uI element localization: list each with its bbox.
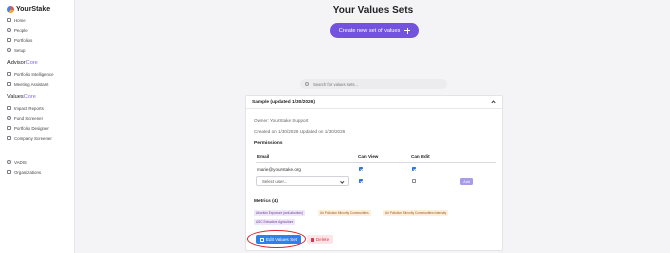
sidebar-item-label: Setup — [14, 47, 26, 53]
values-set-card-header[interactable]: Sample (updated 1/30/2026) — [246, 96, 502, 109]
app: YourStake Home People Portfolios Setup A… — [0, 0, 670, 253]
search-bar[interactable] — [300, 79, 447, 89]
sidebar-item-label: Portfolio Designer — [14, 125, 49, 131]
column-header-can-edit: Can Edit — [411, 154, 430, 159]
yourstake-logo-icon — [7, 5, 14, 13]
building-icon — [7, 136, 11, 140]
designer-icon — [7, 126, 11, 130]
select-user-dropdown[interactable]: Select user... — [256, 176, 349, 186]
sidebar-item-label: Impact Reports — [14, 105, 44, 111]
sidebar-item-label: Company Screener — [14, 135, 52, 141]
brand-name: YourStake — [16, 5, 51, 13]
sidebar-item-portfolio-designer[interactable]: Portfolio Designer — [7, 124, 49, 132]
sidebar-item-setup[interactable]: Setup — [7, 46, 25, 54]
sidebar-item-label: People — [14, 27, 28, 33]
search-icon — [7, 116, 11, 120]
permissions-heading: Permissions — [254, 141, 283, 146]
people-icon — [7, 28, 11, 32]
sidebar-item-label: Fund Screener — [14, 115, 44, 121]
chart-icon — [7, 72, 11, 76]
add-permission-button[interactable]: Add — [460, 178, 473, 185]
owner-text: Owner: YourStake Support — [254, 118, 309, 123]
sidebar-item-company-screener[interactable]: Company Screener — [7, 134, 52, 142]
values-set-card: Sample (updated 1/30/2026) Owner: YourSt… — [245, 95, 503, 251]
search-icon — [305, 82, 309, 86]
select-placeholder: Select user... — [262, 178, 288, 184]
sidebar-item-organizations[interactable]: Organizations — [7, 168, 41, 176]
organization-icon — [7, 170, 11, 174]
search-input[interactable] — [313, 81, 433, 87]
advisor-core-heading: AdvisorCore — [7, 60, 38, 66]
new-can-view-checkbox[interactable] — [359, 179, 363, 183]
edit-values-set-button[interactable]: Edit Values Set — [256, 235, 301, 244]
values-core-heading: ValuesCore — [7, 94, 36, 100]
sidebar-item-label: Portfolios — [14, 37, 33, 43]
delete-button[interactable]: Delete — [307, 235, 333, 244]
new-can-edit-checkbox[interactable] — [412, 179, 416, 183]
can-edit-checkbox[interactable] — [412, 167, 416, 171]
metric-tag: Abortion Exposure (anti-abortion) — [254, 210, 305, 216]
dates-text: Created on 1/30/2026 Updated on 1/30/202… — [254, 129, 346, 134]
can-view-checkbox[interactable] — [359, 167, 363, 171]
gear-icon — [7, 48, 11, 52]
permission-email: marie@yourstake.org — [257, 167, 301, 172]
values-set-title: Sample (updated 1/30/2026) — [252, 99, 315, 105]
sidebar-item-meeting-assistant[interactable]: Meeting Assistant — [7, 80, 48, 88]
plus-icon — [404, 27, 411, 34]
sidebar-item-impact-reports[interactable]: Impact Reports — [7, 104, 44, 112]
assistant-icon — [7, 82, 11, 86]
sidebar-item-label: VADIS — [14, 159, 27, 165]
sidebar-item-home[interactable]: Home — [7, 16, 26, 24]
edit-icon — [259, 237, 264, 242]
home-icon — [7, 18, 11, 22]
report-icon — [7, 106, 11, 110]
sidebar-item-label: Portfolio Intelligence — [14, 71, 54, 77]
metric-tag: Air Pollution Minority Communities — [318, 210, 371, 216]
column-header-can-view: Can View — [358, 154, 379, 159]
chevron-down-icon — [339, 178, 344, 183]
delete-button-label: Delete — [315, 237, 330, 242]
create-button-label: Create new set of values — [338, 27, 401, 34]
chevron-up-icon[interactable] — [491, 100, 496, 105]
metrics-heading: Metrics (4) — [254, 199, 278, 204]
header-divider — [256, 162, 496, 163]
portfolio-icon — [7, 38, 11, 42]
page-title: Your Values Sets — [332, 5, 414, 16]
sidebar: YourStake Home People Portfolios Setup A… — [0, 0, 75, 253]
sidebar-item-label: Organizations — [14, 169, 42, 175]
sidebar-item-vadis[interactable]: VADIS — [7, 158, 27, 166]
sidebar-item-fund-screener[interactable]: Fund Screener — [7, 114, 43, 122]
sidebar-item-label: Meeting Assistant — [14, 81, 49, 87]
metric-tag: ASC Extractive Agriculture — [254, 219, 296, 225]
metric-tag: Air Pollution Minority Communities inten… — [383, 210, 449, 216]
column-header-email: Email — [257, 154, 270, 159]
sidebar-item-portfolio-intelligence[interactable]: Portfolio Intelligence — [7, 70, 54, 78]
brand-logo[interactable]: YourStake — [7, 4, 50, 14]
group-icon — [7, 160, 11, 164]
trash-icon — [310, 237, 314, 242]
sidebar-item-label: Home — [14, 17, 26, 23]
edit-button-label: Edit Values Set — [265, 237, 298, 242]
sidebar-item-people[interactable]: People — [7, 26, 28, 34]
sidebar-item-portfolios[interactable]: Portfolios — [7, 36, 32, 44]
create-values-set-button[interactable]: Create new set of values — [330, 23, 419, 38]
